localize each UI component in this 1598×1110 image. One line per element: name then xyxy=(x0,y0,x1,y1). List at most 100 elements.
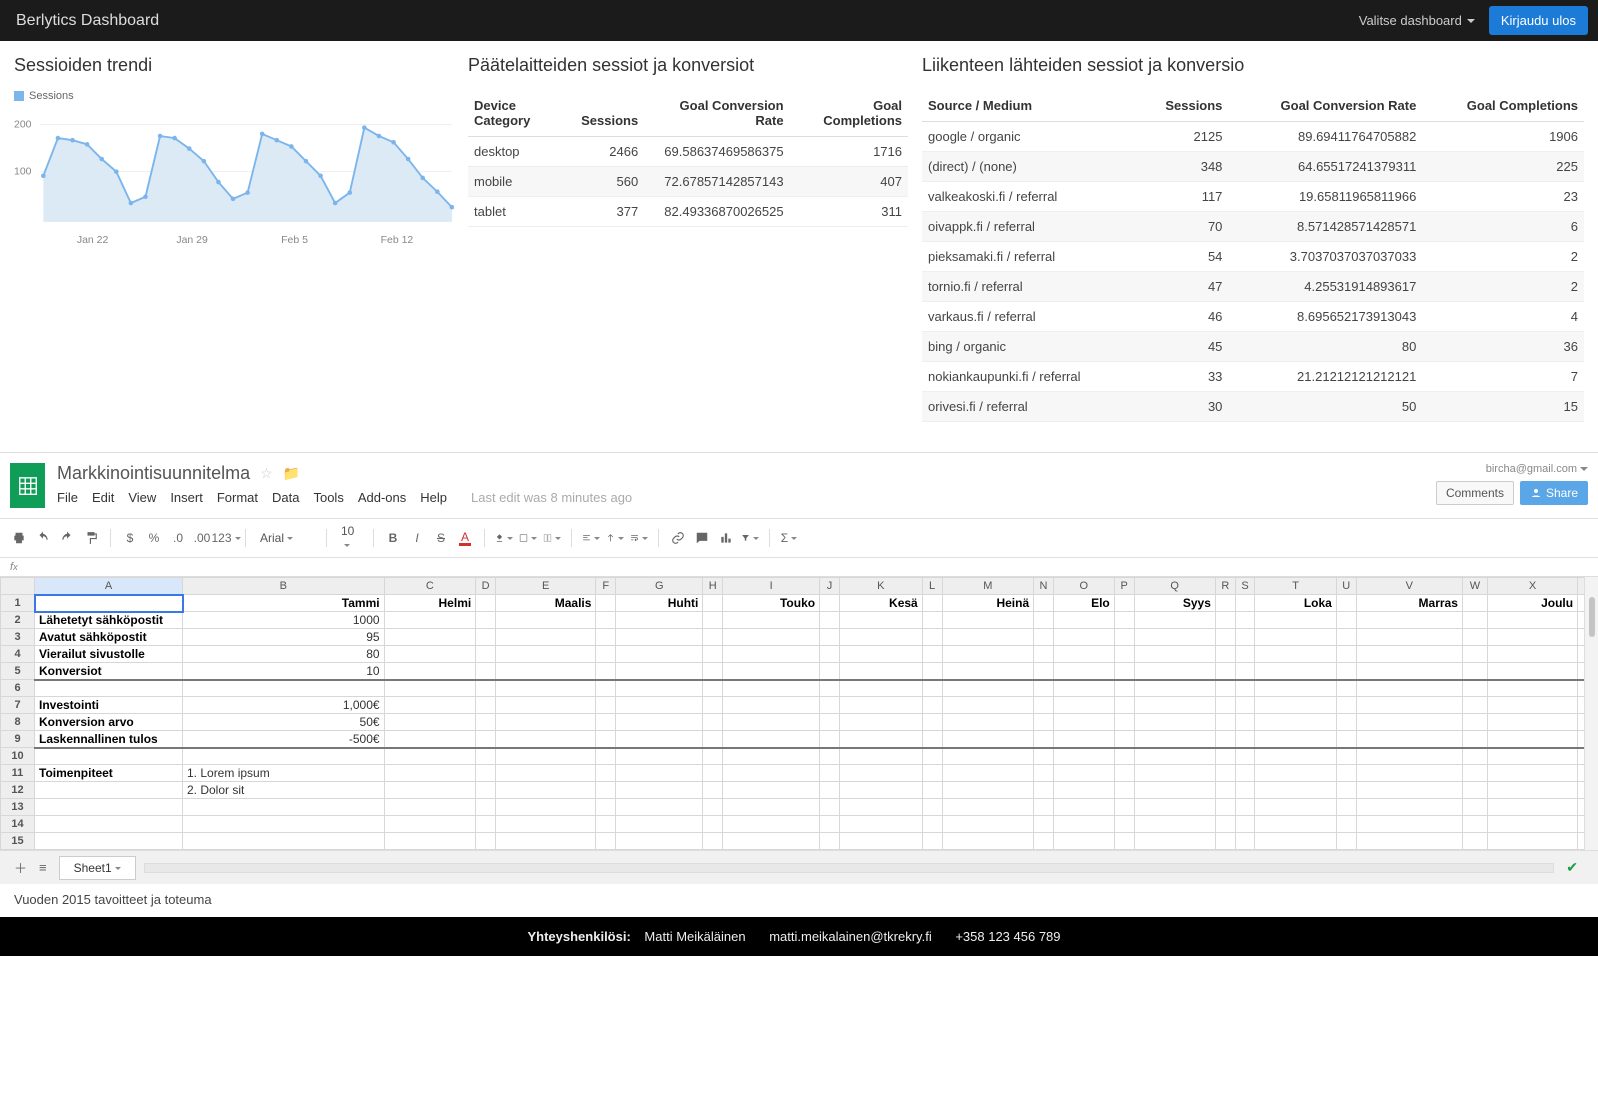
cell[interactable] xyxy=(1114,799,1134,816)
col-header[interactable]: G xyxy=(616,578,703,595)
col-header[interactable]: A xyxy=(35,578,183,595)
cell[interactable] xyxy=(1134,629,1215,646)
cell[interactable] xyxy=(1255,833,1336,850)
cell[interactable] xyxy=(1114,595,1134,612)
cell[interactable] xyxy=(703,595,723,612)
cell[interactable] xyxy=(922,714,942,731)
cell[interactable] xyxy=(1356,782,1462,799)
col-header[interactable]: L xyxy=(922,578,942,595)
cell[interactable] xyxy=(820,748,840,765)
cell[interactable]: Maalis xyxy=(495,595,595,612)
cell[interactable] xyxy=(596,782,616,799)
col-header[interactable] xyxy=(1,578,35,595)
cell[interactable] xyxy=(820,816,840,833)
col-header[interactable]: U xyxy=(1336,578,1356,595)
cell[interactable] xyxy=(1462,646,1487,663)
cell[interactable] xyxy=(942,663,1034,680)
cell[interactable] xyxy=(1053,816,1114,833)
col-header[interactable]: X xyxy=(1487,578,1577,595)
cell[interactable] xyxy=(1053,612,1114,629)
cell[interactable] xyxy=(476,612,496,629)
strike-icon[interactable]: S xyxy=(432,529,450,547)
cell[interactable] xyxy=(1462,680,1487,697)
functions-icon[interactable]: Σ xyxy=(780,529,798,547)
cell[interactable] xyxy=(1134,612,1215,629)
cell[interactable] xyxy=(384,663,476,680)
menu-view[interactable]: View xyxy=(128,490,156,505)
cell[interactable] xyxy=(942,765,1034,782)
row-header[interactable]: 5 xyxy=(1,663,35,680)
doc-title[interactable]: Markkinointisuunnitelma xyxy=(57,463,250,484)
cell[interactable] xyxy=(1034,646,1054,663)
cell[interactable] xyxy=(1356,612,1462,629)
cell[interactable] xyxy=(942,612,1034,629)
cell[interactable] xyxy=(1356,663,1462,680)
cell[interactable] xyxy=(35,680,183,697)
cell[interactable] xyxy=(922,663,942,680)
cell[interactable] xyxy=(1114,612,1134,629)
cell[interactable] xyxy=(616,765,703,782)
col-header[interactable]: R xyxy=(1215,578,1235,595)
cell[interactable] xyxy=(1462,612,1487,629)
cell[interactable]: Heinä xyxy=(942,595,1034,612)
cell[interactable] xyxy=(1356,714,1462,731)
cell[interactable] xyxy=(1255,731,1336,748)
col-header[interactable]: N xyxy=(1034,578,1054,595)
row-header[interactable]: 10 xyxy=(1,748,35,765)
dec-decrease-icon[interactable]: .0 xyxy=(169,529,187,547)
cell[interactable] xyxy=(596,833,616,850)
cell[interactable] xyxy=(1487,748,1577,765)
col-header[interactable]: P xyxy=(1114,578,1134,595)
cell[interactable] xyxy=(1134,714,1215,731)
cell[interactable] xyxy=(1034,663,1054,680)
cell[interactable] xyxy=(1053,833,1114,850)
cell[interactable] xyxy=(1215,612,1235,629)
cell[interactable] xyxy=(495,680,595,697)
cell[interactable] xyxy=(1356,816,1462,833)
cell[interactable]: Syys xyxy=(1134,595,1215,612)
cell[interactable] xyxy=(1336,765,1356,782)
cell[interactable] xyxy=(476,663,496,680)
cell[interactable]: 1,000€ xyxy=(183,697,385,714)
cell[interactable] xyxy=(384,748,476,765)
cell[interactable] xyxy=(942,680,1034,697)
cell[interactable] xyxy=(723,646,820,663)
cell[interactable] xyxy=(1053,663,1114,680)
cell[interactable] xyxy=(1114,731,1134,748)
undo-icon[interactable] xyxy=(34,529,52,547)
cell[interactable] xyxy=(596,629,616,646)
cell[interactable] xyxy=(1114,765,1134,782)
merge-icon[interactable] xyxy=(543,529,561,547)
italic-icon[interactable]: I xyxy=(408,529,426,547)
cell[interactable] xyxy=(820,731,840,748)
cell[interactable] xyxy=(1215,782,1235,799)
cell[interactable] xyxy=(495,833,595,850)
cell[interactable] xyxy=(1487,697,1577,714)
cell[interactable] xyxy=(495,714,595,731)
spreadsheet-grid[interactable]: ABCDEFGHIJKLMNOPQRSTUVWXY1TammiHelmiMaal… xyxy=(0,577,1598,850)
cell[interactable] xyxy=(942,629,1034,646)
dashboard-selector[interactable]: Valitse dashboard xyxy=(1359,13,1475,28)
cell[interactable] xyxy=(839,629,922,646)
cell[interactable] xyxy=(1336,731,1356,748)
cell[interactable]: Investointi xyxy=(35,697,183,714)
cell[interactable] xyxy=(922,833,942,850)
cell[interactable] xyxy=(1235,680,1255,697)
font-select[interactable]: Arial xyxy=(256,531,316,545)
cell[interactable] xyxy=(1215,765,1235,782)
cell[interactable] xyxy=(616,816,703,833)
cell[interactable] xyxy=(596,595,616,612)
cell[interactable] xyxy=(839,680,922,697)
cell[interactable] xyxy=(1487,782,1577,799)
add-sheet-icon[interactable]: ＋ xyxy=(8,854,33,881)
row-header[interactable]: 11 xyxy=(1,765,35,782)
cell[interactable] xyxy=(1336,629,1356,646)
menu-format[interactable]: Format xyxy=(217,490,258,505)
cell[interactable] xyxy=(384,612,476,629)
cell[interactable] xyxy=(476,714,496,731)
cell[interactable]: -500€ xyxy=(183,731,385,748)
cell[interactable] xyxy=(723,663,820,680)
cell[interactable] xyxy=(1215,697,1235,714)
cell[interactable] xyxy=(839,714,922,731)
cell[interactable] xyxy=(1215,680,1235,697)
